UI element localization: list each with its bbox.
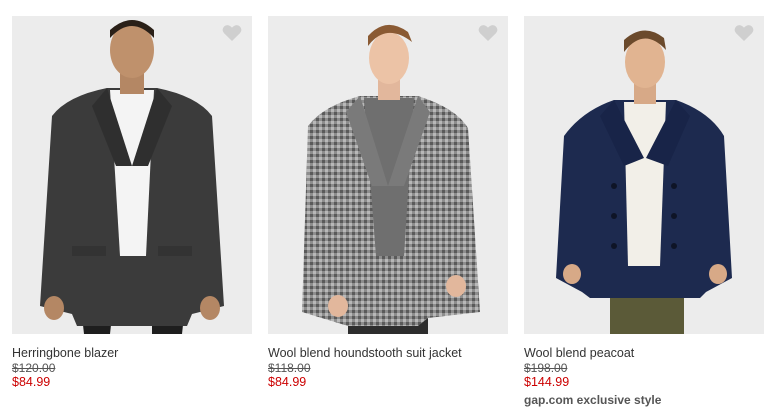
sale-price: $144.99 — [524, 375, 570, 389]
original-price: $118.00 — [268, 361, 311, 375]
exclusive-badge: gap.com exclusive style — [524, 393, 662, 407]
product-image[interactable] — [524, 16, 764, 334]
sale-price: $84.99 — [12, 375, 51, 389]
sale-price: $84.99 — [268, 375, 307, 389]
product-link[interactable]: Wool blend peacoat — [524, 346, 764, 361]
original-price: $120.00 — [12, 361, 56, 375]
product-image[interactable] — [12, 16, 252, 334]
product-name[interactable]: Wool blend peacoat — [524, 346, 764, 361]
product-name[interactable]: Herringbone blazer — [12, 346, 252, 361]
heart-icon[interactable] — [478, 24, 498, 42]
product-grid: Herringbone blazer $120.00 $84.99 Wool b… — [0, 0, 769, 418]
heart-icon[interactable] — [222, 24, 242, 42]
heart-icon[interactable] — [734, 24, 754, 42]
product-image-container[interactable] — [268, 16, 508, 334]
product-card[interactable]: Herringbone blazer $120.00 $84.99 — [12, 16, 252, 390]
product-name[interactable]: Wool blend houndstooth suit jacket — [268, 346, 508, 361]
product-card[interactable]: Wool blend houndstooth suit jacket $118.… — [268, 16, 508, 390]
original-price: $198.00 — [524, 361, 568, 375]
product-image[interactable] — [268, 16, 508, 334]
product-image-container[interactable] — [12, 16, 252, 334]
product-link[interactable]: Wool blend houndstooth suit jacket — [268, 346, 508, 361]
product-link[interactable]: Herringbone blazer — [12, 346, 252, 361]
product-image-container[interactable] — [524, 16, 764, 334]
product-card[interactable]: Wool blend peacoat $198.00 $144.99 gap.c… — [524, 16, 764, 407]
